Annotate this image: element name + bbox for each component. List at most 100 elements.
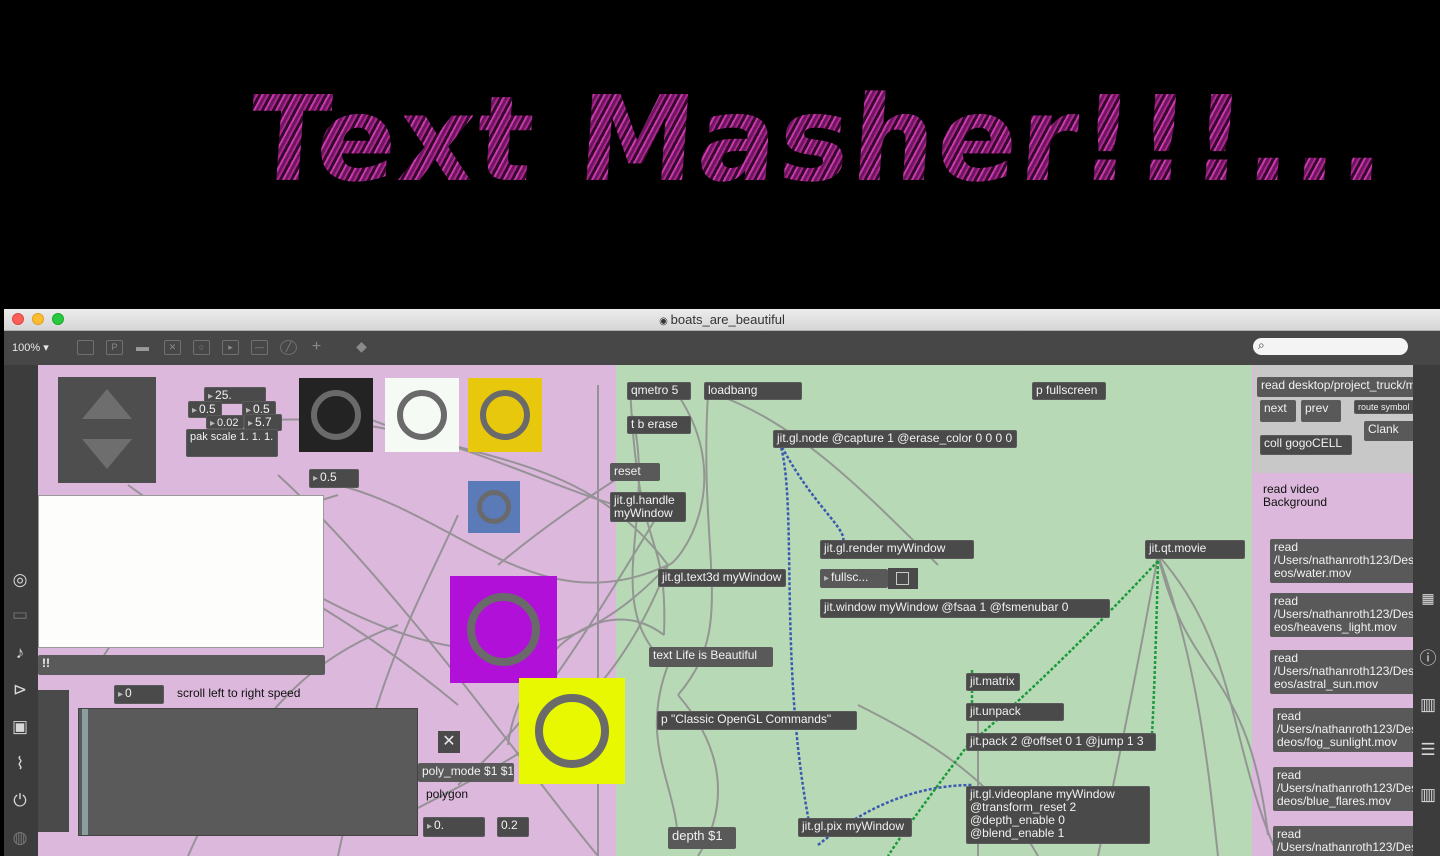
jit-gl-videoplane-object[interactable]: jit.gl.videoplane myWindow @transform_re… [966, 786, 1150, 844]
image-icon[interactable]: ▣ [10, 717, 30, 737]
prev-message[interactable]: prev [1301, 400, 1341, 422]
search-icon: ⌕ [1258, 338, 1265, 352]
bang-bar[interactable]: !! [38, 655, 325, 675]
number-box-05c[interactable]: 0.5 [309, 469, 359, 488]
button-ring-icon[interactable] [535, 694, 609, 768]
jit-gl-node-object[interactable]: jit.gl.node @capture 1 @erase_color 0 0 … [773, 430, 1017, 448]
jit-gl-pix-object[interactable]: jit.gl.pix myWindow [798, 818, 912, 837]
read-next-message[interactable]: read /Users/nathanroth123/Des [1273, 826, 1413, 856]
qmetro-object[interactable]: qmetro 5 [627, 382, 691, 400]
toggle-purple-panel[interactable] [450, 576, 557, 683]
scroll-indicator [82, 709, 88, 835]
jit-gl-handle-object[interactable]: jit.gl.handle myWindow [610, 492, 686, 522]
media-icon[interactable]: ⊳ [10, 680, 30, 700]
clock-icon[interactable]: ╱ [280, 340, 297, 355]
help-icon[interactable]: ◍ [10, 828, 30, 848]
plug-icon[interactable]: ⏻ [10, 791, 30, 811]
zoom-menu[interactable]: 100% ▾ [12, 341, 49, 354]
render-window: Text Masher!!!... [0, 0, 1440, 308]
t-b-erase-object[interactable]: t b erase [627, 416, 691, 434]
slider-panel[interactable] [58, 377, 156, 483]
reset-message[interactable]: reset [610, 463, 660, 481]
read-astral-sun-message[interactable]: read /Users/nathanroth123/Des eos/astral… [1270, 650, 1413, 694]
title-bar: ◉ boats_are_beautiful [4, 309, 1440, 331]
presentation-icon[interactable] [77, 340, 94, 355]
number-box-002[interactable]: 0.02 [206, 415, 244, 429]
object-box-icon[interactable]: ○ [193, 340, 210, 355]
arrow-down-icon[interactable] [82, 439, 132, 469]
jit-window-object[interactable]: jit.window myWindow @fsaa 1 @fsmenubar 0 [820, 599, 1110, 618]
toggle-blue-panel[interactable] [468, 481, 520, 533]
patcher-icon[interactable]: P [106, 340, 123, 355]
fullscreen-toggle[interactable] [888, 568, 918, 589]
jit-pack-object[interactable]: jit.pack 2 @offset 0 1 @jump 1 3 [966, 733, 1156, 751]
clank-message[interactable]: Clank [1364, 421, 1413, 441]
patcher-canvas[interactable]: 25. 0.5 0.02 0.5 5.7 pak scale 1. 1. 1. … [38, 365, 1413, 856]
jit-qt-movie-object[interactable]: jit.qt.movie [1145, 540, 1245, 559]
number-box-02[interactable]: 0.2 [497, 817, 529, 837]
jit-unpack-object[interactable]: jit.unpack [966, 703, 1064, 721]
checkbox-icon[interactable] [896, 572, 909, 585]
patcher-window: ◉ boats_are_beautiful 100% ▾ P ▬ ✕ ○ ▸ —… [4, 309, 1440, 856]
toggle-lime-panel[interactable] [519, 678, 625, 784]
jit-matrix-object[interactable]: jit.matrix [966, 673, 1020, 691]
read-heavens-light-message[interactable]: read /Users/nathanroth123/Des eos/heaven… [1270, 593, 1413, 637]
music-note-icon[interactable]: ♪ [10, 643, 30, 663]
read-desktop-message[interactable]: read desktop/project_truck/m [1257, 377, 1413, 397]
route-symbol-object[interactable]: route symbol [1354, 400, 1413, 414]
polygon-label: polygon [426, 787, 469, 801]
button-ring-icon[interactable] [467, 593, 540, 666]
search-field[interactable]: ⌕ [1253, 338, 1408, 355]
scroll-speed-number[interactable]: 0 [114, 685, 164, 704]
paperclip-icon[interactable]: ⌇ [10, 754, 30, 774]
pak-scale-object[interactable]: pak scale 1. 1. 1. [186, 429, 278, 457]
book-icon[interactable]: ▥ [1418, 695, 1438, 715]
scroll-speed-label: scroll left to right speed [177, 686, 301, 700]
text-edit-box[interactable] [38, 495, 324, 648]
button-ring-icon[interactable] [480, 390, 530, 440]
jit-gl-text3d-object[interactable]: jit.gl.text3d myWindow [658, 569, 786, 587]
comment-icon[interactable]: ▬ [135, 340, 150, 353]
button-ring-icon[interactable] [397, 390, 447, 440]
read-water-message[interactable]: read /Users/nathanroth123/Des eos/water.… [1270, 539, 1413, 583]
poly-mode-message[interactable]: poly_mode $1 $1 [418, 763, 514, 782]
add-icon[interactable]: + [309, 339, 324, 355]
button-ring-icon[interactable] [311, 390, 361, 440]
split-icon[interactable]: — [251, 340, 268, 355]
window-title: ◉ boats_are_beautiful [659, 312, 785, 327]
next-message[interactable]: next [1260, 400, 1296, 422]
fullscreen-menu[interactable]: fullsc... [820, 569, 888, 588]
grid-icon[interactable]: ▦ [1418, 588, 1438, 608]
inspector-icon[interactable]: ▭ [10, 605, 30, 625]
play-icon[interactable]: ▸ [222, 340, 239, 355]
toggle-black-panel[interactable] [299, 378, 373, 452]
list-icon[interactable]: ☰ [1418, 740, 1438, 760]
info-icon[interactable]: ⓘ [1418, 649, 1438, 669]
p-fullscreen-object[interactable]: p fullscreen [1032, 382, 1106, 400]
text-life-message[interactable]: text Life is Beautiful [649, 647, 773, 667]
loadbang-object[interactable]: loadbang [704, 382, 802, 400]
close-box-icon[interactable]: ✕ [164, 340, 181, 355]
depth-message[interactable]: depth $1 [668, 827, 736, 849]
toggle-white-panel[interactable] [385, 378, 459, 452]
read-video-background-label: read video Background [1263, 482, 1328, 509]
read-blue-flares-message[interactable]: read /Users/nathanroth123/Des deos/blue_… [1273, 767, 1413, 811]
right-sidebar: ▦ ⓘ ▥ ☰ ▥ [1413, 365, 1440, 856]
lcd-display[interactable] [78, 708, 418, 836]
toggle-yellow-panel[interactable] [468, 378, 542, 452]
left-scroll-object[interactable] [38, 690, 69, 832]
arrow-up-icon[interactable] [82, 389, 132, 419]
jit-gl-render-object[interactable]: jit.gl.render myWindow [820, 540, 974, 559]
button-ring-icon[interactable] [477, 490, 511, 524]
target-icon[interactable]: ◎ [10, 570, 30, 590]
p-classic-opengl-object[interactable]: p "Classic OpenGL Commands" [657, 711, 857, 730]
number-box-0[interactable]: 0. [423, 817, 485, 837]
columns-icon[interactable]: ▥ [1418, 785, 1438, 805]
coll-object[interactable]: coll gogoCELL [1260, 435, 1352, 455]
read-fog-sunlight-message[interactable]: read /Users/nathanroth123/Des deos/fog_s… [1273, 708, 1413, 752]
left-sidebar: ◎ ▭ ♪ ⊳ ▣ ⌇ ⏻ ◍ [4, 365, 36, 856]
rendered-3d-text: Text Masher!!!... [245, 70, 1393, 208]
toolbar: 100% ▾ P ▬ ✕ ○ ▸ — ╱ + ◆ ⌕ [4, 331, 1440, 365]
toggle-x-icon[interactable]: ✕ [438, 731, 460, 753]
paint-bucket-icon[interactable]: ◆ [354, 339, 369, 353]
